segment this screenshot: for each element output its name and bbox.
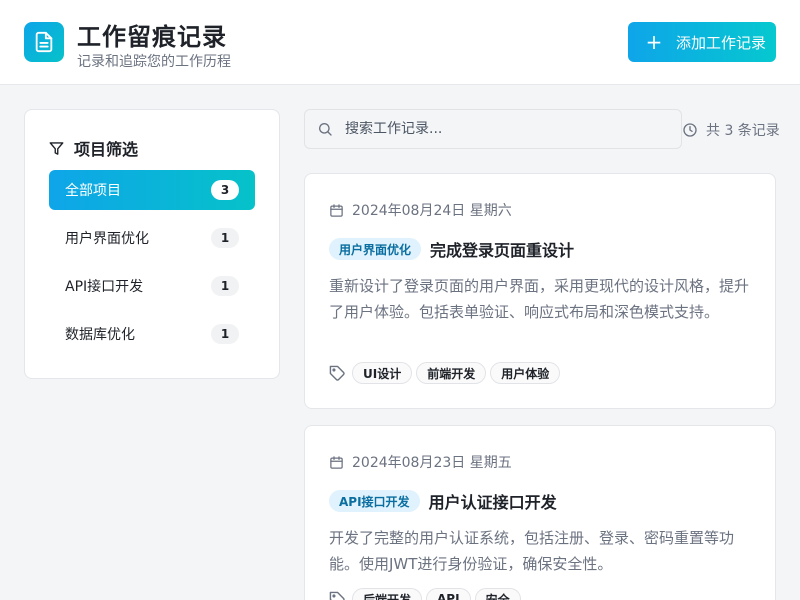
record-title: 用户认证接口开发: [428, 493, 557, 512]
project-item-all[interactable]: 全部项目 3: [49, 170, 255, 210]
record-date-row: 2024年08月23日 星期五: [329, 452, 512, 472]
app-header: 工作留痕记录 记录和追踪您的工作历程 + 添加工作记录: [0, 0, 800, 85]
project-item-label: API接口开发: [65, 279, 144, 295]
record-title-row: API接口开发 用户认证接口开发: [329, 489, 557, 513]
record-title: 完成登录页面重设计: [430, 241, 575, 260]
project-item-database-optimization[interactable]: 数据库优化 1: [49, 314, 255, 354]
document-icon: [24, 22, 64, 62]
tag-icon: [329, 591, 346, 600]
app-title: 工作留痕记录: [77, 23, 227, 51]
record-card[interactable]: 2024年08月23日 星期五 API接口开发 用户认证接口开发 开发了完整的用…: [304, 425, 776, 600]
project-filter-panel: 项目筛选 全部项目 3 用户界面优化 1 API接口开发 1 数据库优化 1: [24, 109, 280, 379]
filter-icon: [49, 141, 64, 156]
plus-icon: +: [645, 30, 663, 54]
tag-icon: [329, 365, 346, 382]
add-record-button[interactable]: + 添加工作记录: [628, 22, 776, 62]
project-count-badge: 1: [211, 324, 239, 344]
project-item-label: 数据库优化: [65, 327, 135, 343]
record-title-row: 用户界面优化 完成登录页面重设计: [329, 237, 574, 261]
tag-chip[interactable]: API: [426, 588, 471, 600]
clock-icon: [682, 122, 698, 138]
record-description: 开发了完整的用户认证系统，包括注册、登录、密码重置等功能。使用JWT进行身份验证…: [329, 529, 735, 573]
record-count-text: 共 3 条记录: [706, 123, 780, 139]
filter-title: 项目筛选: [74, 140, 139, 159]
tag-chip[interactable]: 后端开发: [352, 588, 423, 600]
tag-chip[interactable]: 安全: [474, 588, 521, 600]
project-count-badge: 3: [211, 180, 239, 200]
project-badge: 用户界面优化: [329, 238, 422, 260]
app-subtitle: 记录和追踪您的工作历程: [77, 54, 231, 70]
record-description: 重新设计了登录页面的用户界面，采用更现代的设计风格，提升了用户体验。包括表单验证…: [329, 277, 750, 321]
record-date: 2024年08月24日 星期六: [352, 203, 512, 219]
record-total: 共 3 条记录: [682, 120, 780, 140]
project-item-api-development[interactable]: API接口开发 1: [49, 266, 255, 306]
search-icon: [317, 121, 333, 137]
filter-header: 项目筛选: [49, 136, 138, 160]
search-box: [304, 109, 682, 149]
project-count-badge: 1: [211, 228, 239, 248]
project-item-ui-optimization[interactable]: 用户界面优化 1: [49, 218, 255, 258]
record-tags: 后端开发 API 安全: [329, 588, 521, 600]
project-item-label: 全部项目: [65, 183, 121, 199]
project-badge: API接口开发: [329, 490, 420, 512]
project-count-badge: 1: [211, 276, 239, 296]
record-date: 2024年08月23日 星期五: [352, 455, 512, 471]
tag-chip[interactable]: UI设计: [352, 362, 413, 384]
add-record-label: 添加工作记录: [676, 33, 767, 52]
tag-chip[interactable]: 前端开发: [416, 362, 487, 384]
project-item-label: 用户界面优化: [65, 231, 149, 247]
calendar-icon: [329, 455, 344, 470]
tag-chip[interactable]: 用户体验: [490, 362, 561, 384]
record-tags: UI设计 前端开发 用户体验: [329, 362, 561, 384]
calendar-icon: [329, 203, 344, 218]
record-card[interactable]: 2024年08月24日 星期六 用户界面优化 完成登录页面重设计 重新设计了登录…: [304, 173, 776, 409]
search-input[interactable]: [345, 121, 645, 137]
record-date-row: 2024年08月24日 星期六: [329, 200, 512, 220]
